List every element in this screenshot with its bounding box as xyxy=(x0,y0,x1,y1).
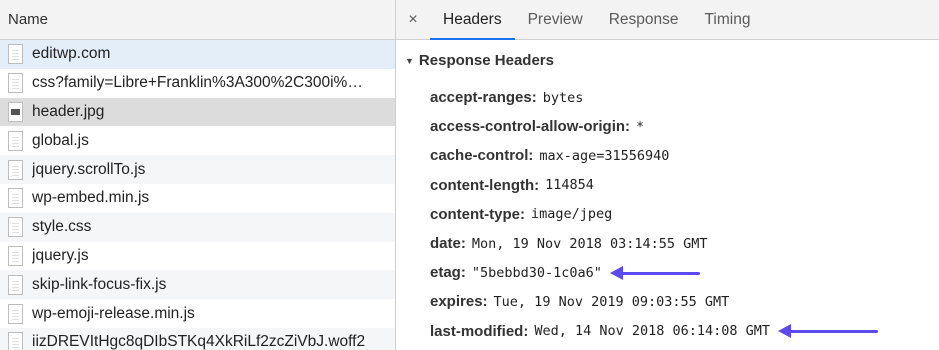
document-icon xyxy=(8,44,23,65)
request-list-pane: Name editwp.com css?family=Libre+Frankli… xyxy=(0,0,395,350)
header-row-etag: etag: "5bebbd30-1c0a6" xyxy=(430,258,939,287)
tab-headers[interactable]: Headers xyxy=(430,0,515,40)
arrow-line xyxy=(619,271,700,275)
arrow-line xyxy=(788,330,879,334)
header-row: content-length: 114854 xyxy=(430,171,939,200)
request-row[interactable]: css?family=Libre+Franklin%3A300%2C300i%… xyxy=(0,69,395,98)
name-column-header[interactable]: Name xyxy=(0,0,395,40)
response-headers-list: accept-ranges: bytes access-control-allo… xyxy=(430,83,939,346)
request-row[interactable]: jquery.scrollTo.js xyxy=(0,155,395,184)
header-row-last-modified: last-modified: Wed, 14 Nov 2018 06:14:08… xyxy=(430,317,939,346)
request-name: wp-emoji-release.min.js xyxy=(32,304,195,322)
header-row: content-type: image/jpeg xyxy=(430,200,939,229)
name-column-label: Name xyxy=(8,11,49,28)
request-name: jquery.js xyxy=(32,246,89,264)
header-key: access-control-allow-origin: xyxy=(430,118,631,136)
header-value: Tue, 19 Nov 2019 09:03:55 GMT xyxy=(493,293,730,310)
annotation-arrow-icon xyxy=(609,265,700,280)
document-icon xyxy=(8,217,23,238)
tab-preview[interactable]: Preview xyxy=(515,0,596,39)
response-headers-section-toggle[interactable]: ▼ Response Headers xyxy=(405,52,939,69)
header-row: expires: Tue, 19 Nov 2019 09:03:55 GMT xyxy=(430,287,939,316)
request-row[interactable]: global.js xyxy=(0,126,395,155)
header-row: access-control-allow-origin: * xyxy=(430,112,939,141)
header-key: accept-ranges: xyxy=(430,89,537,107)
document-icon xyxy=(8,303,23,324)
request-row[interactable]: iizDREVItHgc8qDIbSTKq4XkRiLf2zcZiVbJ.wof… xyxy=(0,327,395,350)
section-title: Response Headers xyxy=(418,52,554,69)
header-key: date: xyxy=(430,235,466,253)
request-list: editwp.com css?family=Libre+Franklin%3A3… xyxy=(0,40,395,350)
header-row: date: Mon, 19 Nov 2018 03:14:55 GMT xyxy=(430,229,939,258)
document-icon xyxy=(8,332,23,350)
request-name: global.js xyxy=(32,131,89,149)
request-name: wp-embed.min.js xyxy=(32,189,150,207)
document-icon xyxy=(8,130,23,151)
document-icon xyxy=(8,274,23,295)
header-key: etag: xyxy=(430,264,466,282)
request-name: jquery.scrollTo.js xyxy=(32,160,146,178)
header-row: cache-control: max-age=31556940 xyxy=(430,141,939,170)
request-row[interactable]: skip-link-focus-fix.js xyxy=(0,270,395,300)
request-name: css?family=Libre+Franklin%3A300%2C300i%… xyxy=(32,74,363,92)
header-value: * xyxy=(636,118,645,135)
request-name: header.jpg xyxy=(32,102,105,120)
collapse-triangle-icon: ▼ xyxy=(405,55,414,66)
request-name: skip-link-focus-fix.js xyxy=(32,275,167,293)
tab-response[interactable]: Response xyxy=(596,0,692,39)
header-value: max-age=31556940 xyxy=(539,147,670,164)
request-row[interactable]: style.css xyxy=(0,212,395,242)
request-row[interactable]: editwp.com xyxy=(0,40,395,69)
tab-timing[interactable]: Timing xyxy=(692,0,764,39)
devtools-network-panel: Name editwp.com css?family=Libre+Frankli… xyxy=(0,0,939,350)
request-row[interactable]: wp-emoji-release.min.js xyxy=(0,299,395,328)
request-details-pane: × Headers Preview Response Timing ▼ Resp… xyxy=(396,0,939,350)
header-row: accept-ranges: bytes xyxy=(430,83,939,112)
header-key: last-modified: xyxy=(430,322,529,340)
header-value: image/jpeg xyxy=(531,206,613,223)
request-row[interactable]: wp-embed.min.js xyxy=(0,184,395,213)
header-value: Mon, 19 Nov 2018 03:14:55 GMT xyxy=(471,235,708,252)
close-icon[interactable]: × xyxy=(396,0,430,39)
header-value: bytes xyxy=(542,89,584,106)
header-key: cache-control: xyxy=(430,147,534,165)
header-value: Wed, 14 Nov 2018 06:14:08 GMT xyxy=(534,323,771,340)
header-key: content-length: xyxy=(430,176,540,194)
request-row[interactable]: jquery.js xyxy=(0,242,395,271)
document-icon xyxy=(8,73,23,94)
image-file-icon xyxy=(8,101,23,122)
document-icon xyxy=(8,188,23,209)
request-row-selected[interactable]: header.jpg xyxy=(0,97,395,127)
header-value: 114854 xyxy=(545,177,594,194)
document-icon xyxy=(8,245,23,266)
document-icon xyxy=(8,159,23,180)
header-key: content-type: xyxy=(430,205,525,223)
header-key: expires: xyxy=(430,293,488,311)
request-name: iizDREVItHgc8qDIbSTKq4XkRiLf2zcZiVbJ.wof… xyxy=(32,333,366,350)
request-name: editwp.com xyxy=(32,45,111,63)
header-value: "5bebbd30-1c0a6" xyxy=(471,264,602,281)
annotation-arrow-icon xyxy=(778,324,879,339)
details-tab-bar: × Headers Preview Response Timing xyxy=(396,0,939,40)
request-name: style.css xyxy=(32,218,92,236)
